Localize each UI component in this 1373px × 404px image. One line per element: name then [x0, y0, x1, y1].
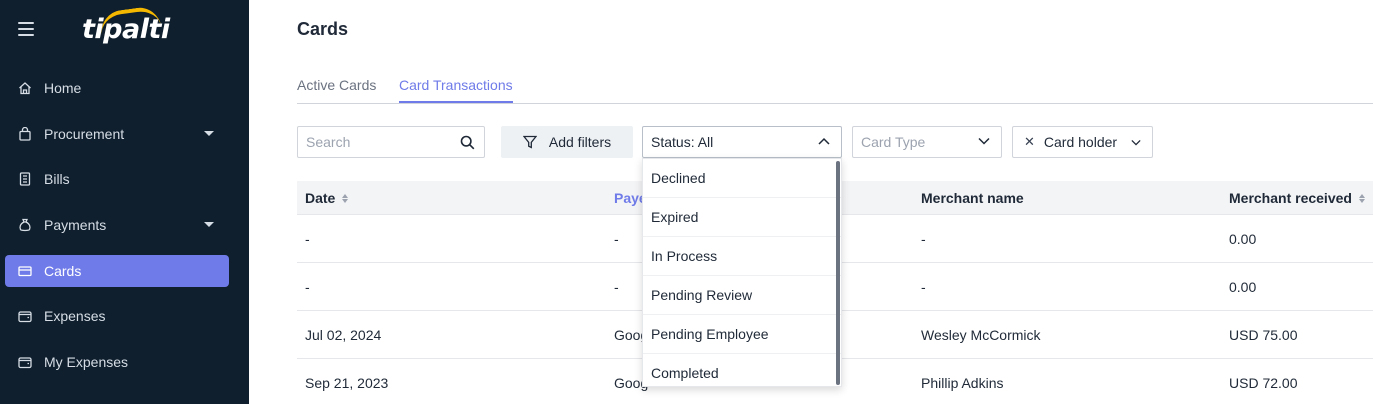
wallet-icon	[18, 309, 32, 323]
cell-merchant: -	[921, 279, 926, 295]
card-type-select[interactable]: Card Type	[852, 126, 1002, 158]
cell-date: -	[305, 231, 310, 247]
tab-card-transactions[interactable]: Card Transactions	[399, 77, 513, 103]
cell-received: 0.00	[1229, 279, 1257, 295]
sidebar-item-label: Bills	[44, 171, 70, 188]
sidebar-item-expenses[interactable]: Expenses	[5, 300, 229, 332]
sidebar-item-payments[interactable]: Payments	[5, 209, 229, 241]
wallet-icon	[18, 355, 32, 369]
add-filters-label: Add filters	[548, 134, 612, 150]
sidebar-item-my-expenses[interactable]: My Expenses	[5, 346, 229, 378]
status-option-in-process[interactable]: In Process	[643, 237, 841, 276]
receipt-icon	[18, 172, 32, 187]
cell-date: Sep 21, 2023	[305, 375, 389, 391]
page-title: Cards	[297, 19, 349, 39]
status-option-pending-review[interactable]: Pending Review	[643, 276, 841, 315]
dropdown-scrollbar[interactable]	[836, 161, 840, 385]
sidebar-item-label: Procurement	[44, 125, 125, 142]
cell-received: USD 75.00	[1229, 327, 1298, 343]
hamburger-menu-icon[interactable]	[18, 22, 34, 36]
cell-merchant: Wesley McCormick	[921, 327, 1041, 343]
status-option-completed[interactable]: Completed	[643, 354, 841, 386]
column-header-merchant-name[interactable]: Merchant name	[921, 190, 1024, 206]
cell-date: Jul 02, 2024	[305, 327, 382, 343]
tab-active-cards[interactable]: Active Cards	[297, 77, 376, 101]
sidebar-item-label: Payments	[44, 217, 107, 234]
cell-received: USD 72.00	[1229, 375, 1298, 391]
search-input[interactable]	[298, 127, 448, 157]
sort-icon	[1358, 193, 1365, 203]
sidebar-item-label: My Expenses	[44, 354, 129, 371]
column-header-label: Merchant name	[921, 190, 1024, 206]
sidebar-item-cards[interactable]: Cards	[5, 254, 229, 287]
status-option-pending-employee[interactable]: Pending Employee	[643, 315, 841, 354]
credit-card-icon	[18, 264, 32, 278]
column-header-label: Merchant received	[1229, 190, 1352, 206]
money-bag-icon	[18, 218, 32, 232]
shopping-bag-icon	[18, 126, 32, 141]
chevron-down-icon	[1131, 139, 1141, 146]
status-option-declined[interactable]: Declined	[643, 159, 841, 198]
cell-payee: -	[614, 279, 619, 295]
sidebar-nav: Home Procurement Bills Payments Cards Ex…	[5, 72, 229, 392]
column-header-date[interactable]: Date	[305, 190, 349, 206]
card-type-placeholder: Card Type	[861, 134, 926, 150]
sidebar-item-bills[interactable]: Bills	[5, 163, 229, 195]
chevron-up-icon	[818, 137, 830, 145]
home-icon	[18, 81, 32, 95]
caret-down-icon[interactable]	[204, 130, 214, 136]
sidebar-item-procurement[interactable]: Procurement	[5, 118, 229, 150]
column-header-label: Date	[305, 190, 336, 206]
add-filters-button[interactable]: Add filters	[501, 126, 633, 158]
cell-merchant: -	[921, 231, 926, 247]
search-box	[297, 126, 485, 158]
sidebar-item-home[interactable]: Home	[5, 72, 229, 104]
cell-received: 0.00	[1229, 231, 1257, 247]
sidebar-item-label: Cards	[44, 262, 82, 279]
status-select[interactable]: Status: All	[642, 126, 842, 158]
chevron-down-icon	[978, 137, 990, 145]
status-dropdown-menu: Declined Expired In Process Pending Revi…	[642, 158, 842, 387]
filter-icon	[522, 135, 537, 149]
sidebar-item-label: Expenses	[44, 308, 106, 325]
sort-icon	[342, 193, 349, 203]
sidebar: tipalti Home Procurement Bills Payments …	[0, 0, 249, 404]
card-holder-label: Card holder	[1043, 134, 1118, 150]
cell-payee: -	[614, 231, 619, 247]
caret-down-icon[interactable]	[204, 222, 214, 228]
column-header-merchant-received[interactable]: Merchant received	[1229, 190, 1365, 206]
cell-merchant: Phillip Adkins	[921, 375, 1004, 391]
sidebar-item-label: Home	[44, 80, 82, 96]
status-select-value: Status: All	[651, 134, 714, 150]
cell-date: -	[305, 279, 310, 295]
card-holder-filter[interactable]: ✕ Card holder	[1012, 126, 1153, 158]
close-icon[interactable]: ✕	[1024, 134, 1035, 150]
tab-bar: Active Cards Card Transactions	[297, 72, 1373, 104]
search-icon[interactable]	[460, 135, 475, 150]
status-option-expired[interactable]: Expired	[643, 198, 841, 237]
logo: tipalti	[82, 14, 170, 45]
